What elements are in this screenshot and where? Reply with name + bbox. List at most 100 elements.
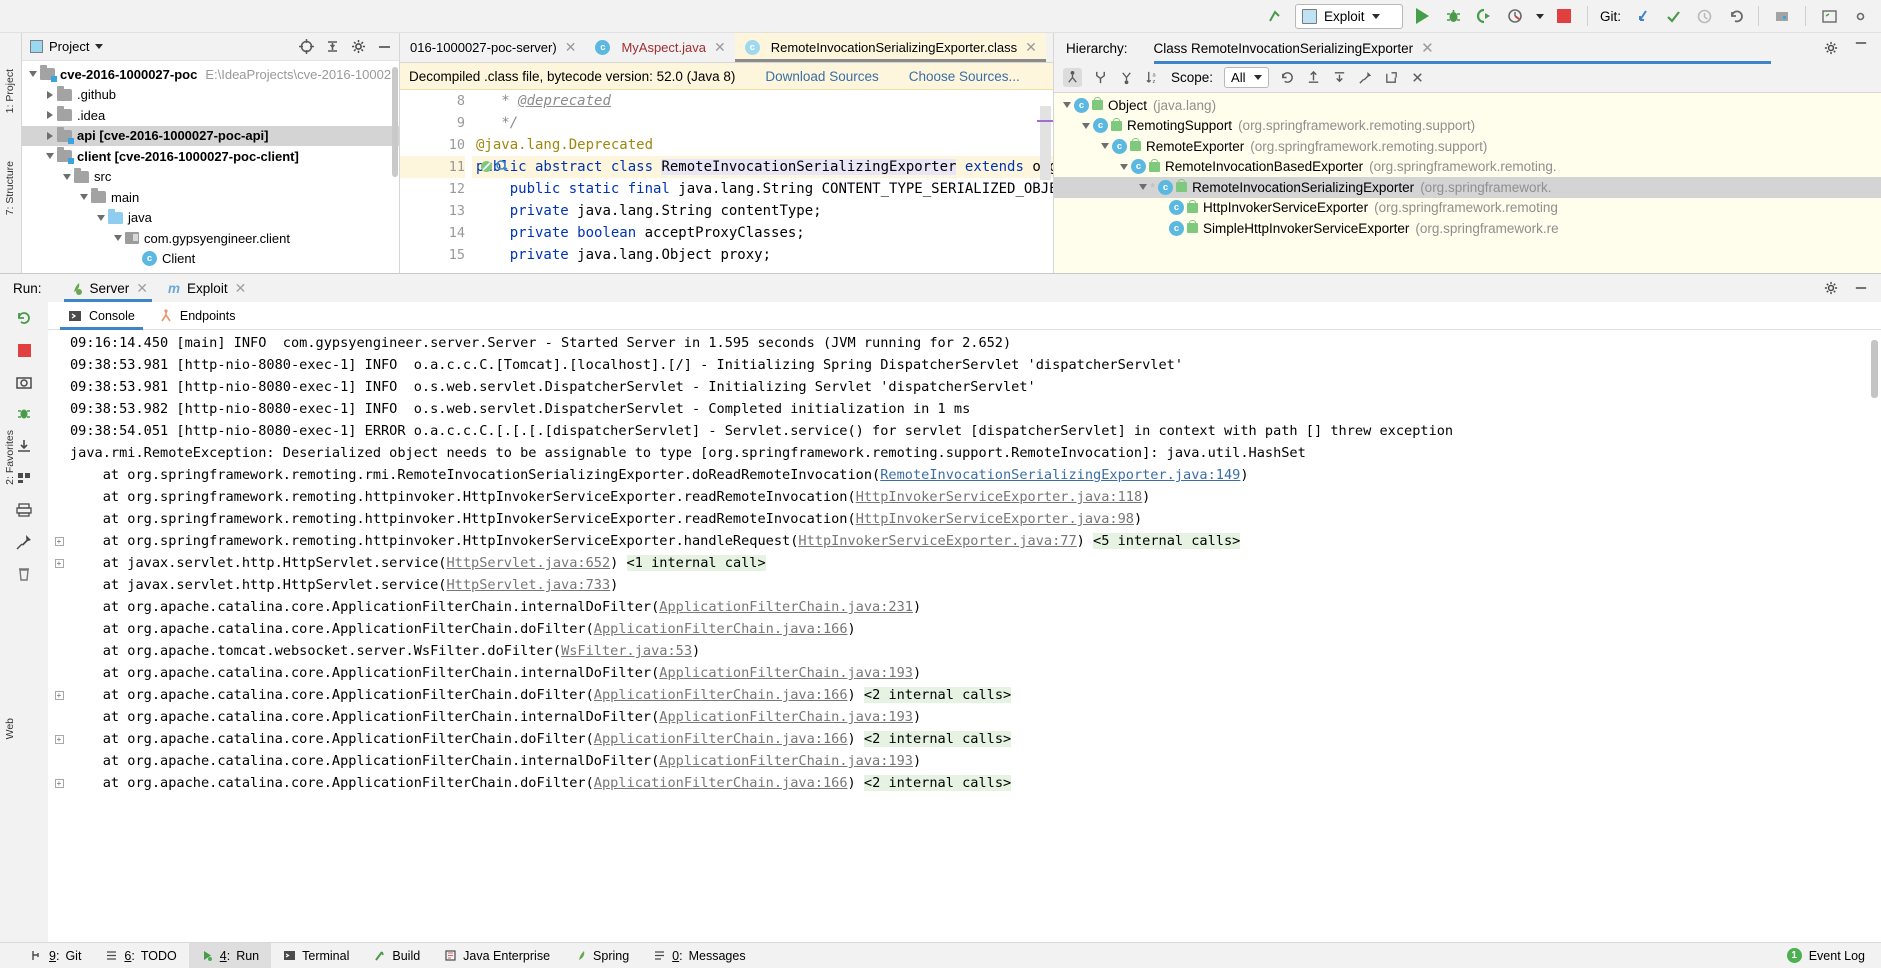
code-line[interactable]: public abstract class RemoteInvocationSe… xyxy=(472,156,1053,178)
stacktrace-link[interactable]: ApplicationFilterChain.java:193 xyxy=(659,753,913,769)
hierarchy-row[interactable]: c Object (java.lang) xyxy=(1054,95,1881,116)
hierarchy-row[interactable]: c SimpleHttpInvokerServiceExporter (org.sp… xyxy=(1054,218,1881,239)
stacktrace-link[interactable]: HttpServlet.java:652 xyxy=(446,555,610,571)
tree-expander[interactable] xyxy=(43,111,57,120)
close-icon[interactable]: ✕ xyxy=(1421,39,1434,57)
internal-calls-note[interactable]: <2 internal calls> xyxy=(863,731,1012,747)
tree-expander[interactable] xyxy=(60,173,74,180)
line-number-gutter[interactable]: 8 9 10 11 12 13 14 15 xyxy=(400,90,508,273)
tree-expander[interactable] xyxy=(43,131,57,140)
profile-icon[interactable] xyxy=(1505,5,1527,27)
stacktrace-link[interactable]: ApplicationFilterChain.java:166 xyxy=(594,621,848,637)
hide-panel-icon[interactable] xyxy=(1853,40,1869,56)
close-icon[interactable]: ✕ xyxy=(235,280,247,297)
rerun-icon[interactable] xyxy=(14,308,34,328)
code-line[interactable]: private java.lang.Object proxy; xyxy=(472,244,1053,266)
tree-expander[interactable] xyxy=(43,153,57,160)
commit-icon[interactable] xyxy=(1662,5,1684,27)
collapse-all-icon[interactable] xyxy=(324,38,341,55)
tree-expander[interactable] xyxy=(1117,163,1131,170)
editor-tab[interactable]: c MyAspect.java ✕ xyxy=(585,33,734,62)
rail-structure-label[interactable]: 7: Structure xyxy=(4,161,16,215)
code-view[interactable]: 8 9 10 11 12 13 14 15 * @deprecated */ @java.lan… xyxy=(400,90,1053,273)
editor-tab[interactable]: 016-1000027-poc-server) ✕ xyxy=(400,33,585,62)
stacktrace-link[interactable]: HttpInvokerServiceExporter.java:77 xyxy=(798,533,1076,549)
code-line[interactable]: * @deprecated xyxy=(472,90,1053,112)
code-line[interactable]: private boolean acceptProxyClasses; xyxy=(472,222,1053,244)
status-bar-item[interactable]: 9: Git xyxy=(18,943,93,968)
download-sources-link[interactable]: Download Sources xyxy=(765,69,878,84)
gear-icon[interactable] xyxy=(350,38,367,55)
console-scrollbar[interactable] xyxy=(1870,330,1880,942)
screenshot-icon[interactable] xyxy=(14,372,34,392)
project-tree-item[interactable]: src xyxy=(22,167,399,188)
hierarchy-row[interactable]: c HttpInvokerServiceExporter (org.springfr… xyxy=(1054,198,1881,219)
status-bar-item[interactable]: 0: Messages xyxy=(641,943,757,968)
stacktrace-link[interactable]: RemoteInvocationSerializingExporter.java… xyxy=(880,467,1240,483)
hide-panel-icon[interactable] xyxy=(376,44,393,50)
fold-marker[interactable]: + xyxy=(48,684,70,706)
tree-expander[interactable] xyxy=(1060,102,1074,109)
status-bar-item[interactable]: Java Enterprise xyxy=(432,943,562,968)
code-line[interactable]: private java.lang.String contentType; xyxy=(472,200,1053,222)
project-scrollbar[interactable] xyxy=(390,61,399,273)
run-config-selector[interactable]: Exploit xyxy=(1294,3,1403,29)
status-bar-item[interactable]: 6: TODO xyxy=(93,943,188,968)
console-output[interactable]: 09:16:14.450 [main] INFO com.gypsyengine… xyxy=(70,330,1881,942)
project-tree-item[interactable]: api [cve-2016-1000027-poc-api] xyxy=(22,125,399,146)
terminal-icon[interactable] xyxy=(1818,5,1840,27)
stacktrace-link[interactable]: HttpInvokerServiceExporter.java:98 xyxy=(856,511,1134,527)
hide-panel-icon[interactable] xyxy=(1853,285,1869,291)
project-tree[interactable]: cve-2016-1000027-poc E:\IdeaProjects\cve-… xyxy=(22,61,399,273)
gear-icon[interactable] xyxy=(1823,280,1839,296)
thread-dump-icon[interactable] xyxy=(14,404,34,424)
print-icon[interactable] xyxy=(14,500,34,520)
gear-icon[interactable] xyxy=(1823,40,1839,56)
rail-project-label[interactable]: 1: Project xyxy=(4,69,16,113)
deprecated-marker-icon[interactable] xyxy=(480,160,493,173)
code-line[interactable]: public static final java.lang.String CON… xyxy=(472,178,1053,200)
history-icon[interactable] xyxy=(1693,5,1715,27)
tree-expander[interactable] xyxy=(111,235,125,242)
subtype-hierarchy-icon[interactable] xyxy=(1119,70,1134,85)
status-bar-item[interactable]: Spring xyxy=(562,943,641,968)
pin-icon[interactable] xyxy=(1358,70,1373,85)
close-icon[interactable]: ✕ xyxy=(565,39,577,56)
rollback-icon[interactable] xyxy=(1724,5,1746,27)
hierarchy-row[interactable]: c RemoteInvocationBasedExporter (org.sprin… xyxy=(1054,157,1881,178)
settings-icon[interactable] xyxy=(1849,5,1871,27)
project-structure-icon[interactable] xyxy=(1771,5,1793,27)
expand-icon[interactable] xyxy=(1332,70,1347,85)
project-tree-item[interactable]: com.gypsyengineer.client xyxy=(22,228,399,249)
fold-marker[interactable]: + xyxy=(48,552,70,574)
internal-calls-note[interactable]: <5 internal calls> xyxy=(1093,533,1241,549)
run-subtab[interactable]: Console xyxy=(56,302,147,330)
run-more-chevron-icon[interactable] xyxy=(1535,13,1544,19)
project-tree-item[interactable]: cve-2016-1000027-poc E:\IdeaProjects\cve-… xyxy=(22,64,399,85)
refresh-icon[interactable] xyxy=(1280,70,1295,85)
tree-expander[interactable] xyxy=(77,194,91,201)
update-project-icon[interactable] xyxy=(1631,5,1653,27)
stacktrace-link[interactable]: HttpInvokerServiceExporter.java:118 xyxy=(856,489,1142,505)
override-marker-icon[interactable] xyxy=(496,160,509,173)
hierarchy-row[interactable]: c RemotingSupport (org.springframework.rem… xyxy=(1054,116,1881,137)
run-coverage-icon[interactable] xyxy=(1474,5,1496,27)
console-wrapper[interactable]: + + + + + 09:16:14.450 [main] INFO com.gypsy… xyxy=(48,330,1881,942)
stacktrace-link[interactable]: ApplicationFilterChain.java:193 xyxy=(659,665,913,681)
clear-all-icon[interactable] xyxy=(14,564,34,584)
project-tree-item[interactable]: .github xyxy=(22,85,399,106)
stacktrace-link[interactable]: ApplicationFilterChain.java:166 xyxy=(594,687,848,703)
hierarchy-row[interactable]: c RemoteExporter (org.springframework.remo… xyxy=(1054,136,1881,157)
fold-marker[interactable]: + xyxy=(48,530,70,552)
export-icon[interactable] xyxy=(1306,70,1321,85)
stacktrace-link[interactable]: WsFilter.java:53 xyxy=(561,643,692,659)
hierarchy-tree[interactable]: c Object (java.lang) c RemotingSupport (org.s… xyxy=(1054,93,1881,273)
tree-expander[interactable] xyxy=(26,71,40,78)
close-icon[interactable]: ✕ xyxy=(1025,39,1037,56)
status-bar-item[interactable]: Terminal xyxy=(271,943,361,968)
run-subtab[interactable]: Endpoints xyxy=(147,302,248,330)
run-tab[interactable]: Server ✕ xyxy=(58,274,159,302)
close-icon[interactable]: ✕ xyxy=(136,280,148,297)
project-tree-item[interactable]: c Client xyxy=(22,249,399,270)
close-icon[interactable]: ✕ xyxy=(714,39,726,56)
